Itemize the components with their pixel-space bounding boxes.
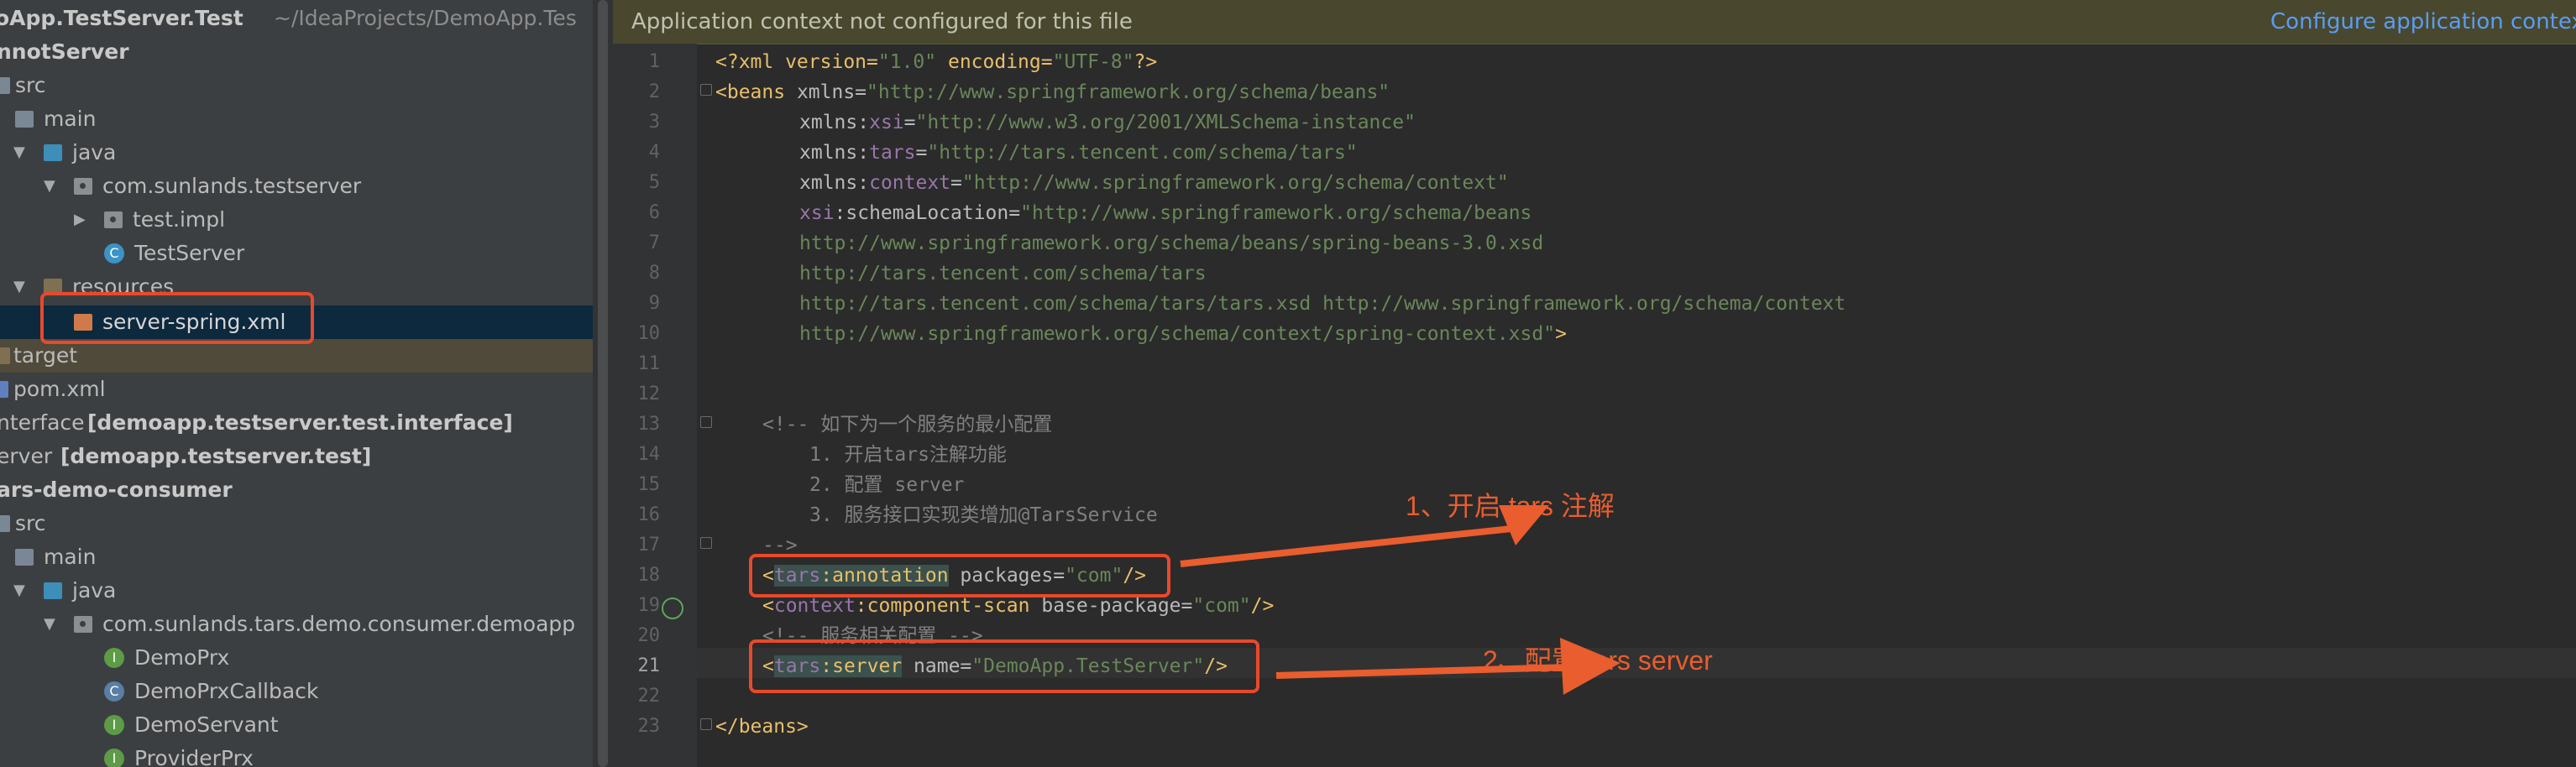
chevron-down-icon[interactable]: ▼	[13, 136, 25, 170]
chevron-right-icon[interactable]: ▶	[74, 203, 86, 237]
tree-label: target	[13, 343, 78, 368]
tree-label: nnotServer	[0, 39, 129, 64]
tree-label: DemoPrx	[134, 645, 230, 670]
chevron-down-icon[interactable]: ▼	[13, 574, 25, 608]
tree-label: main	[44, 107, 97, 131]
tree-label: com.sunlands.testserver	[102, 174, 362, 198]
tree-label: nterface	[0, 410, 85, 435]
folder-icon	[15, 549, 34, 566]
tree-row-consumer-module[interactable]: ars-demo-consumer	[0, 473, 593, 507]
tree-label: java	[72, 140, 117, 164]
highlight-box-server-spring-xml	[40, 292, 314, 344]
package-icon	[74, 178, 92, 195]
tree-row-main[interactable]: main	[0, 540, 593, 574]
chevron-down-icon[interactable]: ▼	[13, 270, 25, 304]
tree-row-java[interactable]: ▼ java	[0, 136, 593, 170]
package-icon	[74, 616, 92, 633]
tree-row-target[interactable]: target	[0, 339, 593, 373]
tree-row-providerprx[interactable]: I ProviderPrx	[0, 742, 593, 767]
tree-row-package[interactable]: ▼ com.sunlands.tars.demo.consumer.demoap…	[0, 608, 593, 641]
tree-row-interface-module[interactable]: nterface [demoapp.testserver.test.interf…	[0, 406, 593, 440]
class-icon: C	[104, 243, 124, 263]
tree-row-demoprxcallback[interactable]: C DemoPrxCallback	[0, 675, 593, 708]
maven-file-icon	[0, 381, 8, 398]
folder-icon	[0, 515, 10, 532]
chevron-down-icon[interactable]: ▼	[44, 170, 55, 203]
tree-label: java	[72, 578, 117, 603]
tree-label: src	[15, 511, 46, 535]
excluded-folder-icon	[0, 347, 10, 364]
tree-row-src[interactable]: src	[0, 69, 593, 102]
tree-row-server-module[interactable]: erver [demoapp.testserver.test]	[0, 440, 593, 473]
tree-row-testserver-class[interactable]: C TestServer	[0, 237, 593, 270]
tree-label: test.impl	[133, 207, 226, 232]
folder-icon	[15, 111, 34, 128]
module-artifact: [demoapp.testserver.test]	[60, 444, 372, 468]
tree-row-java[interactable]: ▼ java	[0, 574, 593, 608]
tree-label: DemoPrxCallback	[134, 679, 319, 703]
source-folder-icon	[44, 582, 62, 599]
tree-row-package[interactable]: ▼ com.sunlands.testserver	[0, 170, 593, 203]
tree-row-main[interactable]: main	[0, 102, 593, 136]
tree-label: DemoServant	[134, 712, 279, 737]
tree-label: ars-demo-consumer	[0, 477, 233, 502]
tree-label: pom.xml	[13, 377, 106, 401]
tree-label: erver	[0, 444, 53, 468]
tree-label: main	[44, 545, 97, 569]
project-tree-panel: oApp.TestServer.Test ~/IdeaProjects/Demo…	[0, 0, 593, 767]
tree-row-pom[interactable]: pom.xml	[0, 373, 593, 406]
folder-icon	[0, 77, 10, 94]
package-icon	[104, 211, 123, 228]
interface-icon: I	[104, 749, 124, 767]
project-scrollbar[interactable]	[598, 0, 608, 767]
tree-label: src	[15, 73, 46, 97]
abstract-class-icon: C	[104, 681, 124, 702]
tree-label: ProviderPrx	[134, 746, 254, 767]
tree-label: com.sunlands.tars.demo.consumer.demoapp	[102, 612, 576, 636]
module-name: oApp.TestServer.Test	[0, 6, 243, 30]
tree-row-module-root[interactable]: oApp.TestServer.Test ~/IdeaProjects/Demo…	[0, 2, 593, 35]
arrow-line-1	[1180, 525, 1512, 567]
tree-row-demoprx[interactable]: I DemoPrx	[0, 641, 593, 675]
annotation-configure-server: 2、配置 tars server	[1483, 645, 1713, 676]
module-path: ~/IdeaProjects/DemoApp.Tes	[274, 6, 577, 30]
annotation-enable-tars: 1、开启 tars 注解	[1406, 491, 1615, 521]
tree-row-module[interactable]: nnotServer	[0, 35, 593, 69]
tree-row-test-impl[interactable]: ▶ test.impl	[0, 203, 593, 237]
chevron-down-icon[interactable]: ▼	[44, 608, 55, 641]
interface-icon: I	[104, 648, 124, 668]
xml-editor[interactable]: Application context not configured for t…	[613, 0, 2576, 767]
tree-row-src[interactable]: src	[0, 507, 593, 540]
tree-label: TestServer	[134, 241, 245, 265]
tree-row-demoservant[interactable]: I DemoServant	[0, 708, 593, 742]
interface-icon: I	[104, 715, 124, 735]
module-artifact: [demoapp.testserver.test.interface]	[87, 410, 513, 435]
source-folder-icon	[44, 144, 62, 161]
